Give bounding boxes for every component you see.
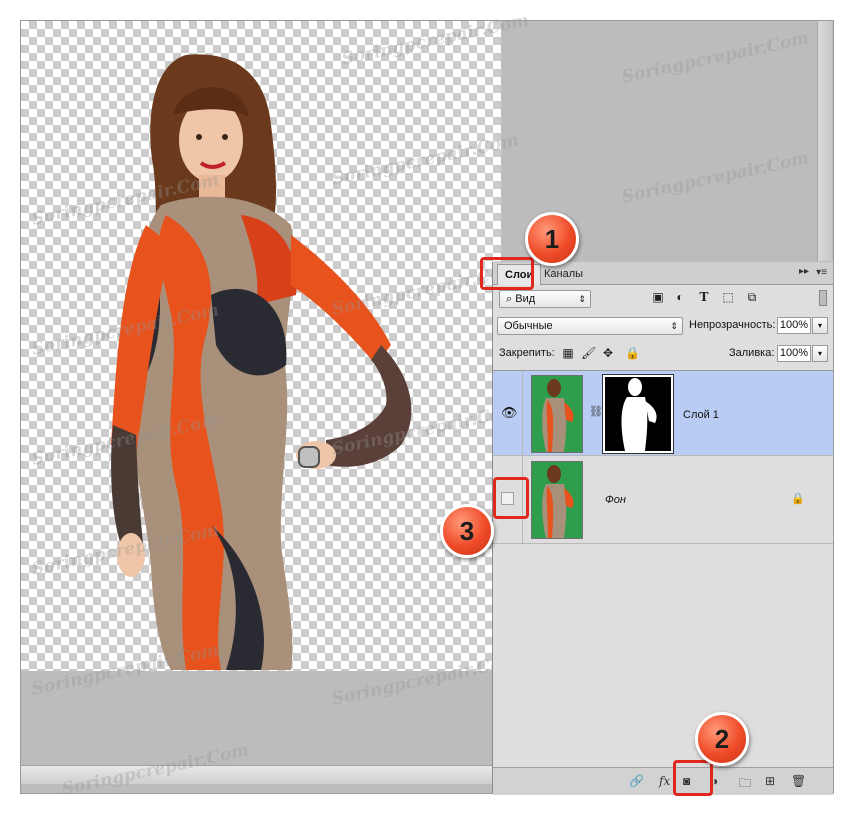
mask-silhouette-image [621, 378, 657, 451]
link-chain-icon[interactable]: ⛓ [589, 405, 603, 418]
opacity-input[interactable]: 100% [777, 317, 811, 334]
layer-row[interactable]: 👁 ⛓ Слой 1 [493, 370, 833, 456]
filter-pixel-icon[interactable]: ▣ [651, 290, 665, 304]
cutout-woman-image [111, 54, 412, 670]
blend-row: Обычные ⇕ Непрозрачность: 100% ▾ [493, 317, 833, 335]
vertical-scrollbar[interactable] [817, 21, 832, 261]
fill-label: Заливка: [729, 347, 775, 359]
filter-type-icon[interactable]: T [697, 290, 711, 304]
callout-badge: 2 [695, 712, 749, 766]
tab-channels[interactable]: Каналы [537, 264, 590, 284]
new-group-icon[interactable]: 🗀 [739, 774, 751, 795]
search-icon: ⌕ [506, 293, 513, 305]
lock-move-icon[interactable]: ✥ [601, 346, 615, 360]
chevron-updown-icon: ⇕ [578, 294, 586, 304]
lock-all-icon[interactable]: 🔒 [625, 346, 640, 360]
layer-thumbnail[interactable] [531, 461, 583, 539]
layer-mask-thumbnail[interactable] [602, 374, 674, 454]
chevron-updown-icon: ⇕ [670, 321, 678, 331]
highlight-add-mask-button [673, 760, 713, 796]
highlight-layers-tab [480, 257, 534, 290]
layers-panel: Слои Каналы ▸▸ ▾≡ ⌕ Вид ⇕ ▣ ◐ T ⬚ ⧉ Обыч… [492, 262, 833, 795]
highlight-visibility-toggle [493, 477, 529, 519]
fill-input[interactable]: 100% [777, 345, 811, 362]
lock-icon: 🔒 [791, 493, 805, 505]
layer-row[interactable]: Фон 🔒 [493, 456, 833, 544]
lock-brush-icon[interactable]: 🖌 [581, 346, 596, 360]
new-layer-icon[interactable]: ⊞ [765, 774, 775, 788]
visibility-column: 👁 [493, 371, 523, 455]
layer-thumbnail[interactable] [531, 375, 583, 453]
opacity-label: Непрозрачность: [689, 319, 776, 331]
collapse-panel-icon[interactable]: ▸▸ [799, 266, 809, 277]
lock-label: Закрепить: [499, 347, 555, 359]
filter-kind-select[interactable]: ⌕ Вид ⇕ [499, 290, 591, 308]
eye-icon[interactable]: 👁 [501, 405, 518, 421]
callout-badge: 3 [440, 504, 494, 558]
filter-row: ⌕ Вид ⇕ ▣ ◐ T ⬚ ⧉ [493, 290, 833, 308]
blend-mode-value: Обычные [504, 320, 553, 332]
layer-name[interactable]: Слой 1 [683, 409, 719, 421]
lock-row: Закрепить: ▦ 🖌 ✥ 🔒 Заливка: 100% ▾ [493, 345, 833, 363]
filter-kind-value: Вид [515, 293, 536, 305]
filter-smart-object-icon[interactable]: ⧉ [745, 290, 759, 304]
fill-dropdown-button[interactable]: ▾ [812, 345, 828, 362]
filter-adjustment-icon[interactable]: ◐ [673, 290, 687, 304]
link-layers-icon[interactable]: 🔗 [629, 774, 644, 788]
fx-icon[interactable]: fx [659, 774, 670, 788]
callout-badge: 1 [525, 212, 579, 266]
filter-toggle-switch[interactable] [819, 290, 827, 306]
opacity-dropdown-button[interactable]: ▾ [812, 317, 828, 334]
layers-bottom-toolbar: 🔗 fx ◙ ◑ 🗀 ⊞ 🗑 [493, 767, 833, 795]
layer-name[interactable]: Фон [605, 494, 626, 506]
trash-icon[interactable]: 🗑 [791, 774, 806, 788]
layer-thumbnail-image [542, 379, 574, 452]
lock-transparency-icon[interactable]: ▦ [561, 346, 575, 360]
filter-shape-icon[interactable]: ⬚ [721, 290, 735, 304]
panel-tab-bar: Слои Каналы ▸▸ ▾≡ [493, 262, 833, 285]
layer-thumbnail-image [542, 465, 574, 538]
blend-mode-select[interactable]: Обычные ⇕ [497, 317, 683, 335]
panel-menu-icon[interactable]: ▾≡ [816, 267, 827, 278]
